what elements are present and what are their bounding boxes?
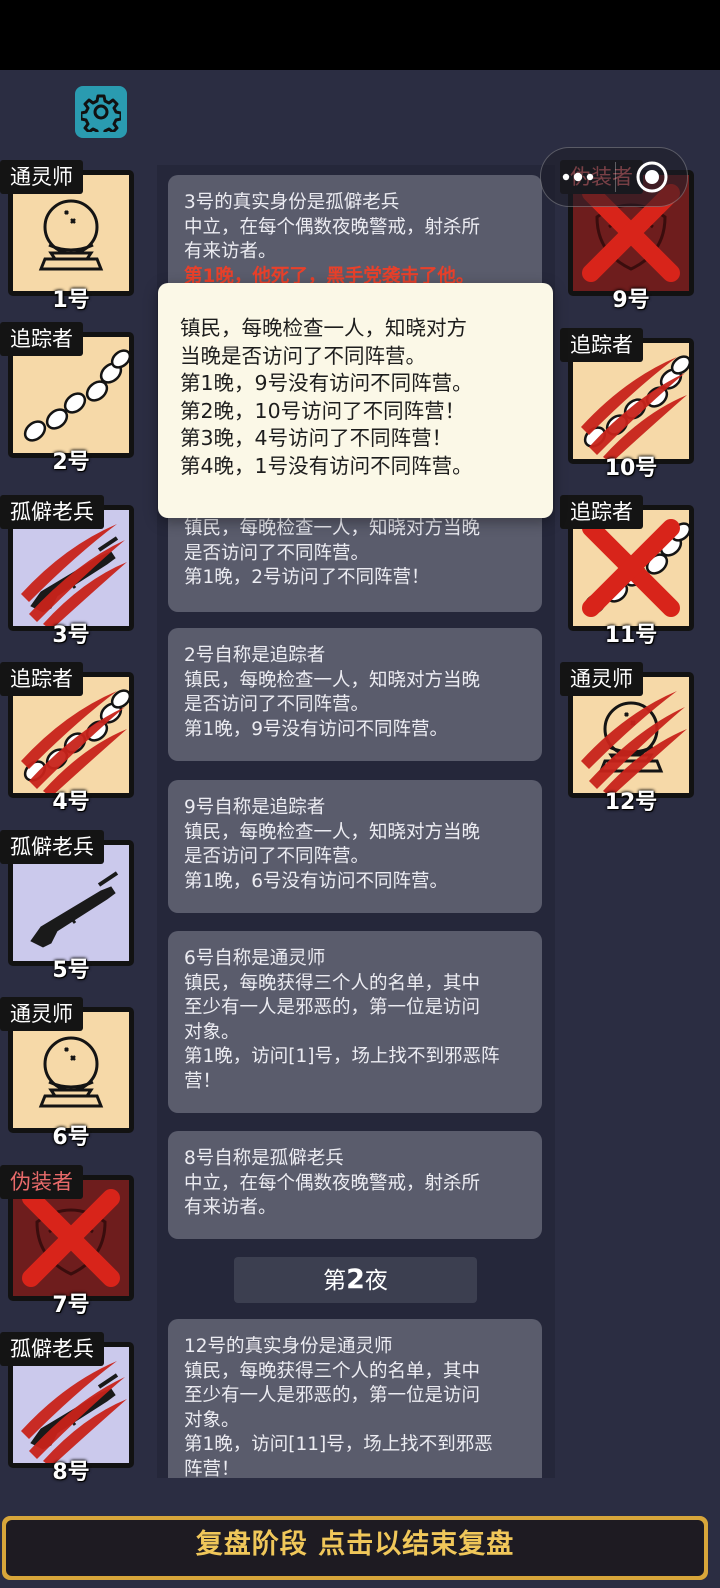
log-line: 至少有一人是邪恶的，第一位是访问	[184, 997, 481, 1018]
popup-line: 镇民，每晚检查一人，知晓对方	[180, 316, 467, 340]
player-card-2[interactable]: 追踪者 2号	[0, 322, 136, 475]
role-tag: 追踪者	[0, 662, 83, 696]
log-line: 营！	[184, 1070, 222, 1092]
player-card-10[interactable]: 追踪者 10号	[560, 328, 696, 481]
role-tag: 通灵师	[0, 997, 83, 1031]
miniprogram-capsule	[540, 147, 688, 207]
end-review-button[interactable]: 复盘阶段 点击以结束复盘	[2, 1516, 708, 1580]
player-number: 9号	[612, 288, 650, 313]
popup-line: 当晚是否访问了不同阵营。	[180, 343, 426, 368]
log-entry: 8号自称是孤僻老兵 中立，在每个偶数夜晚警戒，射杀所 有来访者。	[168, 1131, 542, 1239]
popup-line: 第4晚，1号没有访问不同阵营。	[180, 453, 473, 478]
player-card-6[interactable]: 通灵师 6号	[0, 997, 136, 1150]
role-tag: 追踪者	[560, 328, 643, 362]
log-line: 9号自称是追踪者	[184, 797, 326, 818]
log-line: 是否访问了不同阵营。	[184, 694, 370, 715]
player-number: 10号	[604, 456, 658, 481]
night-header: 第2夜	[234, 1257, 477, 1303]
log-line: 第1晚，访问[11]号，场上找不到邪恶	[184, 1434, 493, 1455]
log-line: 对象。	[184, 1021, 240, 1043]
settings-button[interactable]	[75, 86, 127, 138]
player-card-3[interactable]: 孤僻老兵 3号	[0, 495, 136, 648]
log-entry: 2号自称是追踪者 镇民，每晚检查一人，知晓对方当晚 是否访问了不同阵营。 第1晚…	[168, 628, 542, 761]
player-number: 6号	[52, 1125, 90, 1150]
log-line: 阵营！	[184, 1458, 240, 1479]
role-tag: 通灵师	[560, 662, 643, 696]
log-line: 对象。	[184, 1409, 240, 1431]
role-tag: 追踪者	[560, 495, 643, 529]
player-card-7[interactable]: 伪装者 7号	[0, 1165, 136, 1318]
ability-popup[interactable]: 镇民，每晚检查一人，知晓对方 当晚是否访问了不同阵营。 第1晚，9号没有访问不同…	[158, 283, 553, 518]
player-card-11[interactable]: 追踪者 11号	[560, 495, 696, 648]
more-icon[interactable]	[561, 167, 595, 187]
popup-line: 第2晚，10号访问了不同阵营！	[180, 398, 466, 423]
role-tag: 追踪者	[0, 322, 83, 356]
player-number: 12号	[604, 790, 658, 815]
end-review-label: 复盘阶段 点击以结束复盘	[6, 1520, 704, 1576]
player-number: 7号	[52, 1293, 90, 1318]
log-line: 有来访者。	[184, 1197, 277, 1218]
status-bar	[0, 0, 720, 70]
role-tag: 孤僻老兵	[0, 1332, 104, 1366]
log-line: 2号自称是追踪者	[184, 645, 326, 666]
log-line: 第1晚，2号访问了不同阵营！	[184, 567, 430, 588]
log-line: 第1晚，6号没有访问不同阵营。	[184, 870, 449, 892]
player-card-12[interactable]: 通灵师 12号	[560, 662, 696, 815]
player-number: 3号	[52, 623, 90, 648]
log-entry: 9号自称是追踪者 镇民，每晚检查一人，知晓对方当晚 是否访问了不同阵营。 第1晚…	[168, 780, 542, 913]
log-line: 镇民，每晚检查一人，知晓对方当晚	[184, 518, 481, 539]
gear-icon	[81, 94, 121, 132]
night-suffix: 夜	[364, 1268, 388, 1294]
log-line: 镇民，每晚检查一人，知晓对方当晚	[184, 821, 481, 843]
player-number: 2号	[52, 450, 90, 475]
log-line: 镇民，每晚获得三个人的名单，其中	[184, 1360, 481, 1382]
capsule-divider	[615, 162, 616, 192]
popup-line: 第3晚，4号访问了不同阵营！	[180, 426, 453, 450]
log-line: 是否访问了不同阵营。	[184, 846, 370, 867]
log-line: 是否访问了不同阵营。	[184, 542, 370, 564]
log-line: 有来访者。	[184, 241, 277, 262]
night-number: 2	[346, 1264, 365, 1295]
role-tag: 孤僻老兵	[0, 495, 104, 529]
player-card-4[interactable]: 追踪者 4号	[0, 662, 136, 815]
log-line: 至少有一人是邪恶的，第一位是访问	[184, 1385, 481, 1406]
role-tag: 孤僻老兵	[0, 830, 104, 864]
log-line: 镇民，每晚获得三个人的名单，其中	[184, 972, 481, 994]
log-entry: 6号自称是通灵师 镇民，每晚获得三个人的名单，其中 至少有一人是邪恶的，第一位是…	[168, 931, 542, 1113]
log-line: 镇民，每晚检查一人，知晓对方当晚	[184, 669, 481, 691]
night-prefix: 第	[323, 1268, 347, 1294]
log-line: 第1晚，9号没有访问不同阵营。	[184, 718, 449, 740]
player-card-8[interactable]: 孤僻老兵 8号	[0, 1332, 136, 1485]
player-number: 4号	[52, 790, 90, 815]
player-number: 1号	[52, 288, 90, 313]
popup-line: 第1晚，9号没有访问不同阵营。	[180, 371, 473, 395]
log-line: 12号的真实身份是通灵师	[184, 1336, 393, 1357]
player-card-1[interactable]: 通灵师 1号	[0, 160, 136, 313]
player-number: 5号	[52, 958, 90, 983]
player-number: 11号	[604, 623, 658, 648]
log-line: 中立，在每个偶数夜晚警戒，射杀所	[184, 1172, 481, 1194]
record-icon[interactable]	[635, 160, 669, 194]
role-tag: 伪装者	[0, 1165, 83, 1199]
log-line: 3号的真实身份是孤僻老兵	[184, 192, 400, 213]
player-card-5[interactable]: 孤僻老兵 5号	[0, 830, 136, 983]
player-number: 8号	[52, 1460, 90, 1485]
log-line: 第1晚，访问[1]号，场上找不到邪恶阵	[184, 1046, 500, 1067]
log-line: 中立，在每个偶数夜晚警戒，射杀所	[184, 216, 481, 238]
log-line: 6号自称是通灵师	[184, 948, 326, 969]
log-line: 8号自称是孤僻老兵	[184, 1148, 344, 1169]
log-entry: 12号的真实身份是通灵师 镇民，每晚获得三个人的名单，其中 至少有一人是邪恶的，…	[168, 1319, 542, 1478]
role-tag: 通灵师	[0, 160, 83, 194]
